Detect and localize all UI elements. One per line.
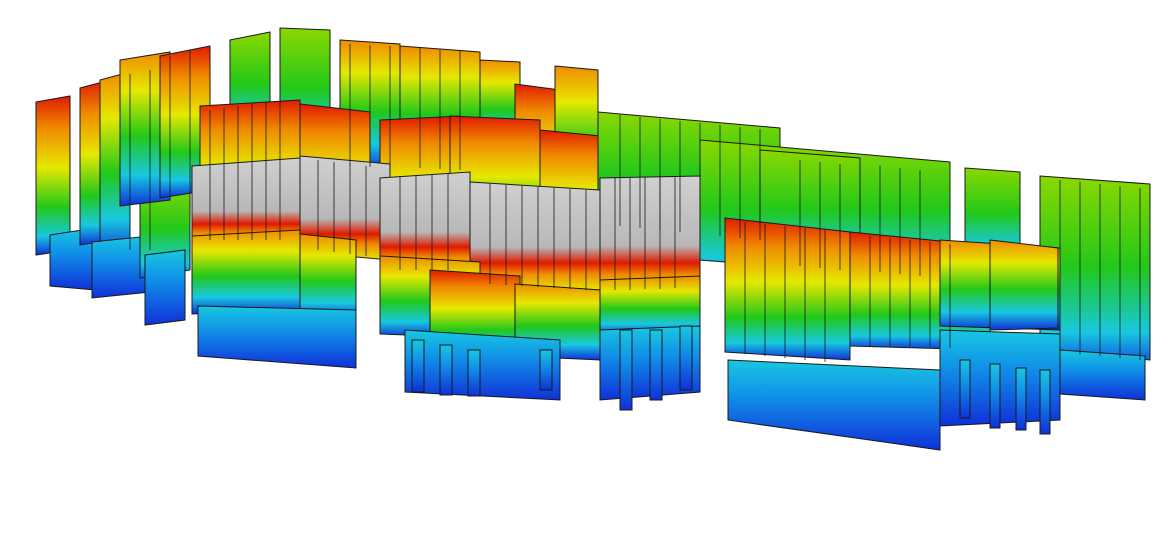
right-front-block-group (724, 217, 1061, 451)
fea-contour-model (35, 27, 1151, 451)
model-viewport[interactable] (0, 0, 1166, 540)
